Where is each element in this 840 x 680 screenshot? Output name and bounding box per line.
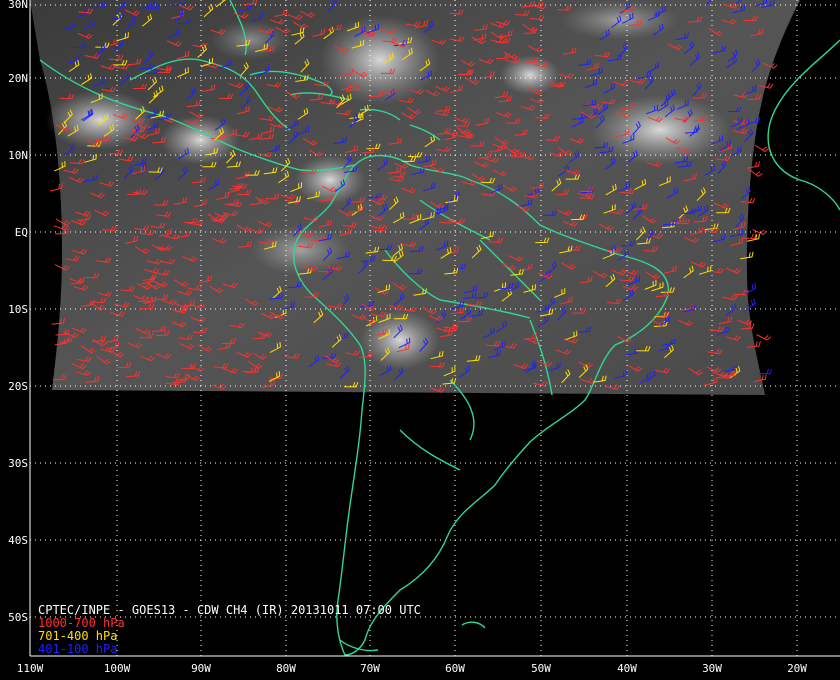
lat-label: 10S — [8, 303, 28, 316]
lon-label: 40W — [617, 662, 637, 675]
wind-barb — [752, 229, 768, 236]
lon-label: 60W — [445, 662, 465, 675]
wind-map: 30N 20N 10N EQ 10S 20S 30S 40S 50S 110W … — [8, 0, 840, 675]
lon-label: 80W — [276, 662, 296, 675]
wind-barb — [754, 144, 770, 153]
falklands — [461, 621, 486, 629]
lat-label: 50S — [8, 611, 28, 624]
lon-label: 20W — [787, 662, 807, 675]
lat-label: 40S — [8, 534, 28, 547]
lon-label: 50W — [531, 662, 551, 675]
lat-label: 30S — [8, 457, 28, 470]
lat-label: 20S — [8, 380, 28, 393]
longitude-labels: 110W 100W 90W 80W 70W 60W 50W 40W 30W 20… — [17, 662, 808, 675]
legend-high-level: 401-100 hPa — [38, 642, 118, 656]
lon-label: 100W — [104, 662, 131, 675]
africa-landmass — [768, 40, 840, 210]
lat-label: 10N — [8, 149, 28, 162]
lat-label: 30N — [8, 0, 28, 11]
lon-label: 110W — [17, 662, 44, 675]
lon-label: 30W — [702, 662, 722, 675]
lat-label: 20N — [8, 72, 28, 85]
lon-label: 90W — [191, 662, 211, 675]
lon-label: 70W — [360, 662, 380, 675]
tierra-del-fuego — [339, 639, 379, 652]
lat-label: EQ — [15, 226, 28, 239]
latitude-labels: 30N 20N 10N EQ 10S 20S 30S 40S 50S — [8, 0, 28, 624]
wind-barb — [756, 334, 772, 341]
